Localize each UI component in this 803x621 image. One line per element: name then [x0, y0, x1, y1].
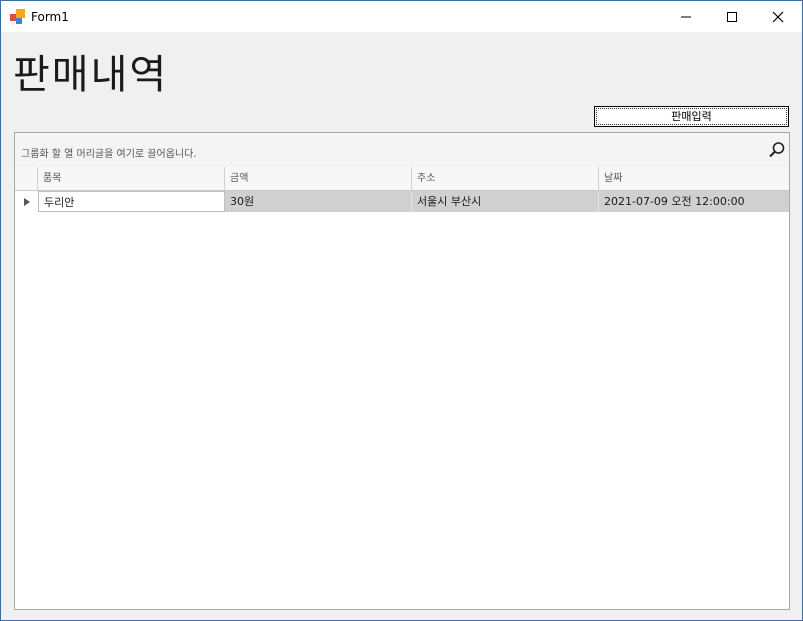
column-header-address[interactable]: 주소 — [412, 167, 599, 190]
group-panel[interactable]: 그룹화 할 열 머리글을 여기로 끌어옵니다. — [15, 133, 789, 168]
maximize-icon — [727, 11, 737, 22]
window-title: Form1 — [31, 10, 69, 24]
row-indicator[interactable] — [15, 191, 38, 212]
group-panel-hint: 그룹화 할 열 머리글을 여기로 끌어옵니다. — [21, 149, 197, 160]
header-row: 품목 금액 주소 날짜 — [15, 167, 789, 191]
column-header-amount[interactable]: 금액 — [225, 167, 412, 190]
table-row[interactable]: 두리안 30원 서울시 부산시 2021-07-09 오전 12:00:00 — [15, 191, 789, 212]
app-window: Form1 판매내역 판매입력 그룹화 할 열 머리글을 여기로 끌어옵니다. — [0, 0, 803, 621]
page-title: 판매내역 — [13, 52, 169, 98]
cell-date[interactable]: 2021-07-09 오전 12:00:00 — [599, 191, 789, 212]
row-indicator-header — [15, 167, 38, 190]
minimize-button[interactable] — [663, 1, 709, 32]
maximize-button[interactable] — [709, 1, 755, 32]
app-icon — [10, 9, 25, 24]
cell-address[interactable]: 서울시 부산시 — [412, 191, 599, 212]
sales-grid[interactable]: 그룹화 할 열 머리글을 여기로 끌어옵니다. 품목 금액 주소 날짜 두리안 … — [14, 132, 790, 610]
search-icon[interactable] — [767, 140, 787, 160]
close-icon — [772, 11, 784, 22]
column-header-item[interactable]: 품목 — [38, 167, 225, 190]
title-bar[interactable]: Form1 — [1, 1, 802, 32]
minimize-icon — [681, 16, 691, 17]
cell-amount[interactable]: 30원 — [225, 191, 412, 212]
close-button[interactable] — [755, 1, 801, 32]
cell-item[interactable]: 두리안 — [38, 191, 225, 212]
column-header-date[interactable]: 날짜 — [599, 167, 789, 190]
sales-entry-button[interactable]: 판매입력 — [594, 106, 789, 127]
triangle-right-icon — [23, 197, 30, 206]
